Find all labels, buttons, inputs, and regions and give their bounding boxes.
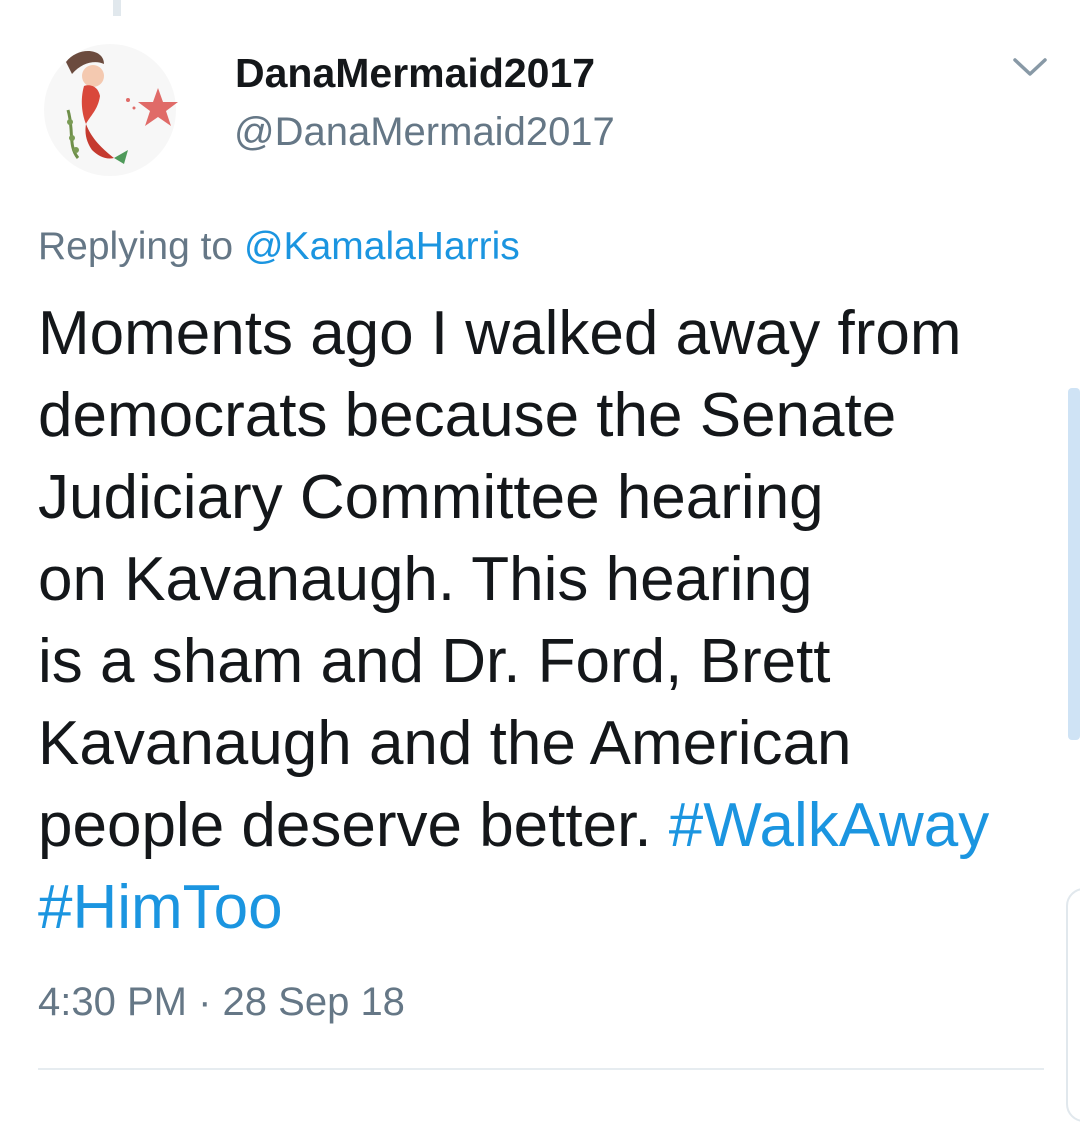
thread-connector: [113, 0, 121, 16]
tweet-line: is a sham and Dr. Ford, Brett: [38, 627, 831, 696]
tweet-line: on Kavanaugh. This hearing: [38, 545, 813, 614]
reply-mention-link[interactable]: @KamalaHarris: [244, 225, 520, 268]
mermaid-starfish-avatar-icon: [44, 44, 178, 176]
tweet-time: 4:30 PM: [38, 980, 187, 1024]
tweet-timestamp[interactable]: 4:30 PM · 28 Sep 18: [38, 980, 405, 1025]
replying-to: Replying to @KamalaHarris: [38, 225, 520, 269]
tweet-line-text: people deserve better.: [38, 791, 652, 860]
divider: [38, 1068, 1044, 1070]
author-handle[interactable]: @DanaMermaid2017: [234, 110, 615, 155]
tweet-line: Kavanaugh and the American: [38, 709, 852, 778]
tweet-line: democrats because the Senate: [38, 381, 897, 450]
hashtag-himtoo-link[interactable]: #HimToo: [38, 873, 283, 942]
scrollbar[interactable]: [1068, 388, 1080, 740]
tweet-line-last: people deserve better. #WalkAway: [38, 785, 1058, 867]
tweet-menu-button[interactable]: [1009, 50, 1051, 84]
replying-to-label: Replying to: [38, 225, 234, 268]
chevron-down-icon: [1013, 58, 1047, 76]
tweet-line: Moments ago I walked away from: [38, 299, 962, 368]
tweet-text: Moments ago I walked away from democrats…: [38, 293, 1058, 949]
avatar[interactable]: [38, 40, 192, 180]
side-panel-edge: [1066, 888, 1080, 1122]
tweet-line: Judiciary Committee hearing: [38, 463, 824, 532]
tweet-line-hashtag: #HimToo: [38, 867, 1058, 949]
meta-separator: ·: [198, 980, 212, 1024]
hashtag-walkaway-link[interactable]: #WalkAway: [669, 791, 989, 860]
tweet-date: 28 Sep 18: [222, 980, 405, 1024]
author-display-name[interactable]: DanaMermaid2017: [235, 50, 595, 97]
